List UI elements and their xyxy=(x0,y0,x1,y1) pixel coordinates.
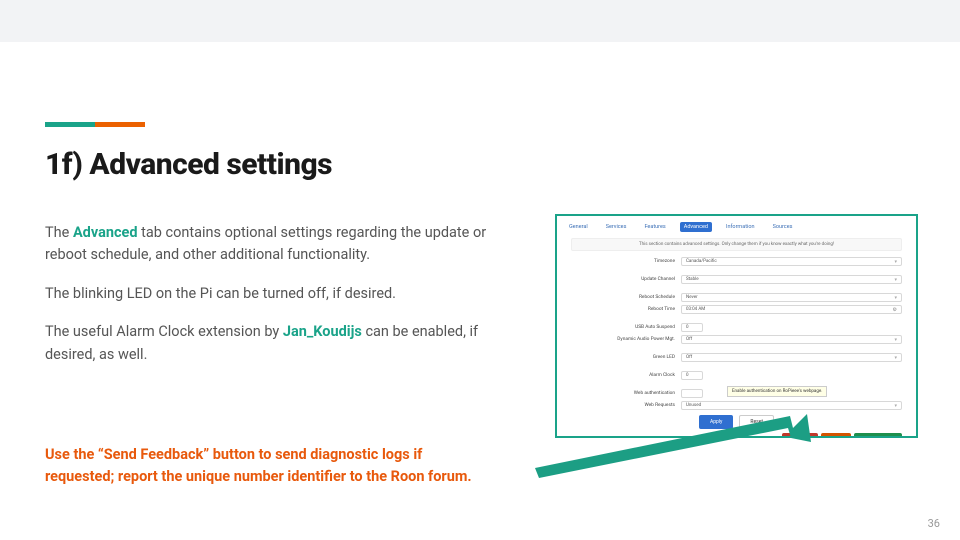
field-web-requests[interactable]: Unused▾ xyxy=(681,401,902,410)
apply-button[interactable]: Apply xyxy=(699,415,733,429)
tab-general[interactable]: General xyxy=(565,222,592,232)
shutdown-button[interactable]: Shutdown xyxy=(782,433,818,438)
tab-information[interactable]: Information xyxy=(722,222,759,232)
field-reboot-time[interactable]: 03:04 AM⚙ xyxy=(681,305,902,314)
label-web-auth: Web authentication xyxy=(571,391,681,396)
advanced-link[interactable]: Advanced xyxy=(73,224,138,241)
field-green-led[interactable]: Off▾ xyxy=(681,353,902,362)
label-alarm-clock: Alarm Clock xyxy=(571,373,681,378)
tab-features[interactable]: Features xyxy=(640,222,669,232)
tab-services[interactable]: Services xyxy=(602,222,631,232)
field-alarm-clock[interactable]: 0 xyxy=(681,371,703,380)
chevron-down-icon: ▾ xyxy=(894,403,897,409)
row-reboot-time: Reboot Time 03:04 AM⚙ xyxy=(571,305,902,314)
chevron-down-icon: ▾ xyxy=(894,355,897,361)
tab-sources[interactable]: Sources xyxy=(769,222,797,232)
slide-title: 1f) Advanced settings xyxy=(45,147,332,182)
button-row-primary: Apply Reset xyxy=(557,415,916,429)
row-web-requests: Web Requests Unused▾ xyxy=(571,401,902,410)
field-web-auth[interactable] xyxy=(681,389,703,398)
field-timezone[interactable]: Canada/Pacific▾ xyxy=(681,257,902,266)
slide: 1f) Advanced settings The Advanced tab c… xyxy=(0,42,960,540)
body-text: The Advanced tab contains optional setti… xyxy=(45,222,515,382)
tab-advanced[interactable]: Advanced xyxy=(680,222,712,232)
paragraph-3: The useful Alarm Clock extension by Jan_… xyxy=(45,321,515,366)
send-feedback-button[interactable]: Send Feedback xyxy=(854,433,902,438)
label-reboot-schedule: Reboot Schedule xyxy=(571,295,681,300)
reset-button[interactable]: Reset xyxy=(739,415,774,429)
gear-icon: ⚙ xyxy=(893,307,897,313)
callout-text: Use the “Send Feedback” button to send d… xyxy=(45,444,475,488)
field-update-channel[interactable]: Stable▾ xyxy=(681,275,902,284)
field-usb-auto-suspend[interactable]: 0 xyxy=(681,323,703,332)
tab-bar: General Services Features Advanced Infor… xyxy=(557,216,916,236)
field-dapm[interactable]: Off▾ xyxy=(681,335,902,344)
row-update-channel: Update Channel Stable▾ xyxy=(571,275,902,284)
field-reboot-schedule[interactable]: Never▾ xyxy=(681,293,902,302)
row-timezone: Timezone Canada/Pacific▾ xyxy=(571,257,902,266)
label-web-requests: Web Requests xyxy=(571,403,681,408)
chevron-down-icon: ▾ xyxy=(894,337,897,343)
label-timezone: Timezone xyxy=(571,259,681,264)
label-update-channel: Update Channel xyxy=(571,277,681,282)
label-usb-auto-suspend: USB Auto Suspend xyxy=(571,325,681,330)
row-reboot-schedule: Reboot Schedule Never▾ xyxy=(571,293,902,302)
row-dapm: Dynamic Audio Power Mgt. Off▾ xyxy=(571,335,902,344)
button-row-secondary: Shutdown Reboot Send Feedback xyxy=(571,433,902,438)
chevron-down-icon: ▾ xyxy=(894,295,897,301)
row-green-led: Green LED Off▾ xyxy=(571,353,902,362)
label-dapm: Dynamic Audio Power Mgt. xyxy=(571,337,681,342)
row-usb-auto-suspend: USB Auto Suspend 0 xyxy=(571,323,902,332)
author-link[interactable]: Jan_Koudijs xyxy=(283,323,362,340)
row-alarm-clock: Alarm Clock 0 xyxy=(571,371,902,380)
title-accent xyxy=(45,122,145,127)
page-number: 36 xyxy=(928,517,940,530)
label-green-led: Green LED xyxy=(571,355,681,360)
tooltip: Enable authentication on RoPieee's webpa… xyxy=(727,386,827,397)
reboot-button[interactable]: Reboot xyxy=(821,433,851,438)
top-bar xyxy=(0,0,960,42)
notice-banner: This section contains advanced settings.… xyxy=(571,238,902,251)
paragraph-1: The Advanced tab contains optional setti… xyxy=(45,222,515,267)
chevron-down-icon: ▾ xyxy=(894,277,897,283)
paragraph-2: The blinking LED on the Pi can be turned… xyxy=(45,283,515,305)
settings-screenshot: General Services Features Advanced Infor… xyxy=(555,214,918,438)
chevron-down-icon: ▾ xyxy=(894,259,897,265)
label-reboot-time: Reboot Time xyxy=(571,307,681,312)
